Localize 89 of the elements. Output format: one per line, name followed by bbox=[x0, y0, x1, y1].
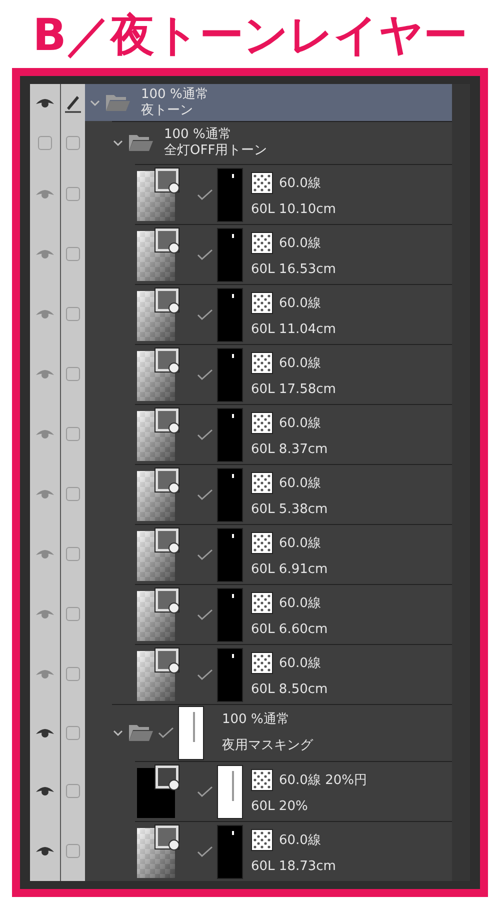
halftone-icon bbox=[251, 412, 273, 434]
halftone-icon bbox=[251, 829, 273, 851]
check-icon bbox=[197, 608, 213, 620]
tone-setting: 60.0線 bbox=[279, 415, 321, 432]
mask-thumbnail[interactable] bbox=[217, 824, 243, 878]
layer-row[interactable]: 60.0線 60L 10.10cm bbox=[30, 164, 452, 224]
edit-toggle[interactable] bbox=[61, 821, 85, 881]
eye-icon[interactable] bbox=[35, 726, 55, 738]
check-icon bbox=[197, 248, 213, 260]
tone-setting: 60.0線 bbox=[279, 235, 321, 252]
tone-setting: 60.0線 bbox=[279, 595, 321, 612]
mask-thumbnail[interactable] bbox=[217, 168, 243, 222]
eye-icon[interactable] bbox=[35, 785, 55, 797]
layer-row[interactable]: 60.0線 60L 18.73cm bbox=[30, 821, 452, 881]
tone-info: 60L 11.04cm bbox=[251, 322, 336, 337]
tone-setting: 60.0線 bbox=[279, 295, 321, 312]
halftone-icon bbox=[251, 652, 273, 674]
halftone-icon bbox=[251, 172, 273, 194]
tone-setting: 60.0線 bbox=[279, 475, 321, 492]
halftone-icon bbox=[251, 592, 273, 614]
layer-row[interactable]: 100 %通常 夜トーン bbox=[30, 84, 452, 121]
tone-setting: 60.0線 bbox=[279, 832, 321, 849]
layer-row[interactable]: 60.0線 60L 16.53cm bbox=[30, 224, 452, 284]
layer-name: 夜トーン bbox=[141, 102, 194, 118]
tone-setting: 60.0線 bbox=[279, 655, 321, 672]
mask-thumbnail[interactable] bbox=[217, 648, 243, 702]
check-icon bbox=[197, 548, 213, 560]
layer-name: 全灯OFF用トーン bbox=[164, 143, 268, 159]
halftone-icon bbox=[251, 472, 273, 494]
tone-info: 60L 16.53cm bbox=[251, 262, 336, 277]
mask-thumbnail[interactable] bbox=[217, 288, 243, 342]
tone-info: 60L 6.91cm bbox=[251, 562, 328, 577]
tone-info: 60L 18.73cm bbox=[251, 859, 336, 874]
halftone-icon bbox=[251, 769, 273, 791]
halftone-icon bbox=[251, 232, 273, 254]
layer-row[interactable]: 60.0線 60L 11.04cm bbox=[30, 284, 452, 344]
tone-info: 60L 8.37cm bbox=[251, 442, 328, 457]
layer-row[interactable]: 60.0線 60L 8.50cm bbox=[30, 644, 452, 704]
tone-info: 60L 20% bbox=[251, 799, 309, 814]
check-icon bbox=[197, 308, 213, 320]
tone-info: 60L 17.58cm bbox=[251, 382, 336, 397]
tone-info: 60L 8.50cm bbox=[251, 682, 328, 697]
tone-setting: 60.0線 20%円 bbox=[279, 772, 367, 789]
tone-setting: 60.0線 bbox=[279, 175, 321, 192]
visibility-toggle[interactable] bbox=[30, 84, 61, 121]
mask-thumbnail[interactable] bbox=[217, 348, 243, 402]
check-icon bbox=[197, 188, 213, 200]
blend-mode-label: 100 %通常 bbox=[164, 127, 232, 143]
tone-setting: 60.0線 bbox=[279, 355, 321, 372]
mask-thumbnail[interactable] bbox=[217, 764, 243, 818]
layer-row[interactable]: 100 %通常 全灯OFF用トーン bbox=[30, 121, 452, 164]
folder-icon bbox=[128, 723, 154, 743]
layer-row[interactable]: 60.0線 60L 6.91cm bbox=[30, 524, 452, 584]
mask-thumbnail[interactable] bbox=[178, 706, 204, 760]
check-icon bbox=[197, 786, 213, 798]
blend-mode-label: 100 %通常 bbox=[222, 712, 290, 728]
tone-info: 60L 10.10cm bbox=[251, 202, 336, 217]
mask-thumbnail[interactable] bbox=[217, 528, 243, 582]
eye-icon[interactable] bbox=[35, 845, 55, 857]
layer-name: 夜用マスキング bbox=[222, 738, 313, 754]
tone-info: 60L 5.38cm bbox=[251, 502, 328, 517]
mask-thumbnail[interactable] bbox=[217, 228, 243, 282]
layer-row[interactable]: 60.0線 60L 6.60cm bbox=[30, 584, 452, 644]
visibility-toggle[interactable] bbox=[30, 821, 61, 881]
eye-icon[interactable] bbox=[35, 96, 55, 108]
layer-row[interactable]: 60.0線 60L 5.38cm bbox=[30, 464, 452, 524]
check-icon bbox=[197, 428, 213, 440]
tone-setting: 60.0線 bbox=[279, 535, 321, 552]
mask-thumbnail[interactable] bbox=[217, 588, 243, 642]
halftone-icon bbox=[251, 352, 273, 374]
check-icon bbox=[158, 727, 174, 739]
tone-info: 60L 6.60cm bbox=[251, 622, 328, 637]
mask-thumbnail[interactable] bbox=[217, 468, 243, 522]
check-icon bbox=[197, 846, 213, 858]
folder-icon bbox=[128, 133, 154, 153]
mask-thumbnail[interactable] bbox=[217, 408, 243, 462]
blend-mode-label: 100 %通常 bbox=[141, 86, 208, 102]
halftone-icon bbox=[251, 532, 273, 554]
layer-row[interactable]: 60.0線 20%円 60L 20% bbox=[30, 761, 452, 821]
check-icon bbox=[197, 368, 213, 380]
halftone-icon bbox=[251, 292, 273, 314]
layer-row[interactable]: 60.0線 60L 17.58cm bbox=[30, 344, 452, 404]
folder-icon bbox=[105, 92, 131, 112]
layer-row[interactable]: 100 %通常 夜用マスキング bbox=[30, 704, 452, 761]
check-icon bbox=[197, 668, 213, 680]
check-icon bbox=[197, 488, 213, 500]
page-title: B／夜トーンレイヤー bbox=[32, 9, 468, 63]
edit-toggle[interactable] bbox=[61, 84, 85, 121]
layer-row[interactable]: 60.0線 60L 8.37cm bbox=[30, 404, 452, 464]
